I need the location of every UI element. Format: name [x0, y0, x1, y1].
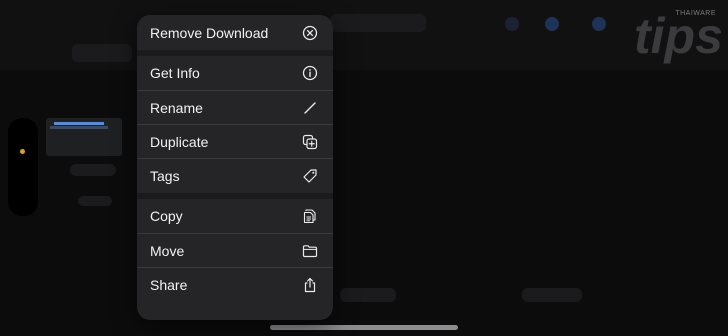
- menu-item-get-info[interactable]: Get Info: [137, 56, 333, 91]
- background-filename-blur: [70, 164, 116, 176]
- background-tab-blur: [522, 288, 582, 302]
- duplicate-icon: [301, 133, 319, 151]
- copy-icon: [301, 207, 319, 225]
- remove-download-icon: [301, 24, 319, 42]
- status-dot: [20, 149, 25, 154]
- menu-item-rename[interactable]: Rename: [137, 91, 333, 125]
- menu-item-label: Move: [150, 242, 185, 259]
- background-header-blur: [330, 14, 426, 32]
- home-indicator[interactable]: [270, 325, 458, 330]
- menu-item-remove-download[interactable]: Remove Download: [137, 15, 333, 50]
- menu-item-label: Share: [150, 277, 188, 293]
- tag-icon: [301, 167, 319, 185]
- file-thumbnail[interactable]: [46, 118, 122, 156]
- menu-item-label: Get Info: [150, 65, 200, 81]
- background-title-blur: [72, 44, 132, 62]
- watermark-logo: tips THAIWARE: [626, 4, 724, 66]
- menu-item-share[interactable]: Share: [137, 268, 333, 302]
- menu-item-copy[interactable]: Copy: [137, 199, 333, 234]
- info-icon: [301, 64, 319, 82]
- menu-item-label: Tags: [150, 168, 180, 184]
- share-icon: [301, 276, 319, 294]
- menu-item-duplicate[interactable]: Duplicate: [137, 125, 333, 159]
- sidebar-strip: [8, 118, 38, 216]
- pencil-icon: [301, 99, 319, 117]
- menu-item-label: Remove Download: [150, 24, 269, 41]
- menu-item-label: Copy: [150, 208, 183, 224]
- menu-item-move[interactable]: Move: [137, 234, 333, 268]
- menu-item-tags[interactable]: Tags: [137, 159, 333, 193]
- menu-item-label: Duplicate: [150, 133, 209, 150]
- background-filemeta-blur: [78, 196, 112, 206]
- context-menu: Remove Download Get Info Rename Duplicat…: [137, 15, 333, 320]
- folder-icon: [301, 242, 319, 260]
- background-tab-blur: [340, 288, 396, 302]
- menu-item-label: Rename: [150, 99, 203, 116]
- watermark-brand: THAIWARE: [675, 10, 716, 17]
